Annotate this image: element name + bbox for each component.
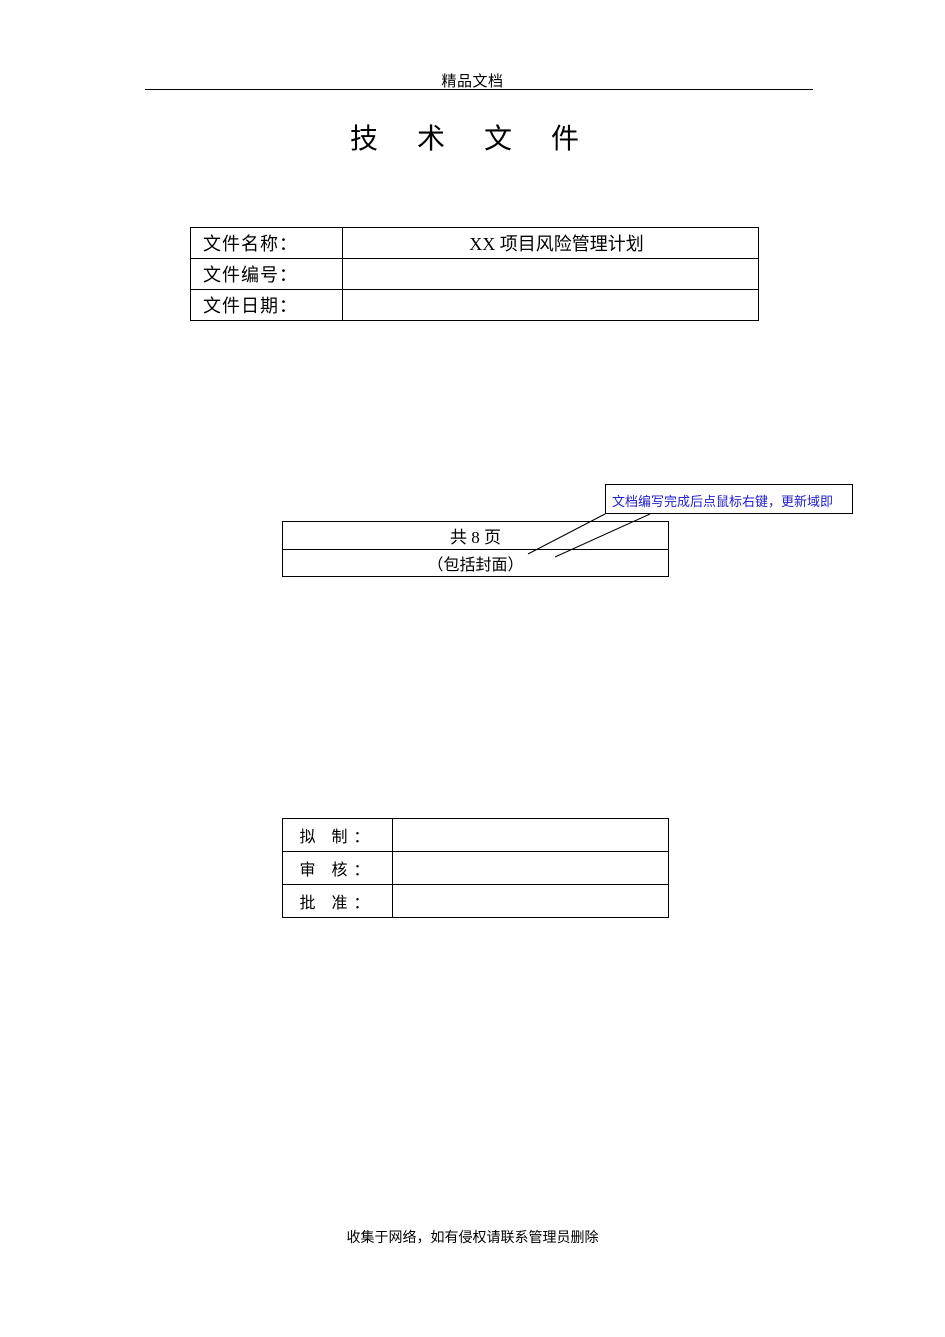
- table-row: 文件名称： XX 项目风险管理计划: [191, 228, 759, 259]
- document-page: 精品文档 技 术 文 件 文件名称： XX 项目风险管理计划 文件编号： 文件日…: [0, 0, 945, 1337]
- info-label-date: 文件日期：: [191, 290, 343, 321]
- info-value-date: [343, 290, 759, 321]
- info-label-name: 文件名称：: [191, 228, 343, 259]
- table-row: 批 准：: [283, 885, 669, 918]
- table-row: （包括封面）: [283, 550, 669, 577]
- table-row: 文件日期：: [191, 290, 759, 321]
- info-value-name: XX 项目风险管理计划: [343, 228, 759, 259]
- signature-table: 拟 制： 审 核： 批 准：: [282, 818, 669, 918]
- table-row: 拟 制：: [283, 819, 669, 852]
- table-row: 共 8 页: [283, 522, 669, 550]
- page-count-total: 共 8 页: [283, 522, 669, 550]
- callout-comment: 文档编写完成后点鼠标右键，更新域即: [605, 484, 853, 514]
- info-value-number: [343, 259, 759, 290]
- signature-value-draft: [393, 819, 669, 852]
- signature-value-approve: [393, 885, 669, 918]
- signature-label-draft: 拟 制：: [283, 819, 393, 852]
- signature-label-review: 审 核：: [283, 852, 393, 885]
- page-header: 精品文档: [0, 70, 945, 91]
- header-rule: [145, 89, 813, 90]
- page-footer: 收集于网络，如有侵权请联系管理员删除: [0, 1227, 945, 1247]
- page-count-note: （包括封面）: [283, 550, 669, 577]
- signature-value-review: [393, 852, 669, 885]
- table-row: 文件编号：: [191, 259, 759, 290]
- info-label-number: 文件编号：: [191, 259, 343, 290]
- document-title: 技 术 文 件: [0, 117, 945, 157]
- signature-label-approve: 批 准：: [283, 885, 393, 918]
- table-row: 审 核：: [283, 852, 669, 885]
- document-info-table: 文件名称： XX 项目风险管理计划 文件编号： 文件日期：: [190, 227, 759, 321]
- page-count-table: 共 8 页 （包括封面）: [282, 521, 669, 577]
